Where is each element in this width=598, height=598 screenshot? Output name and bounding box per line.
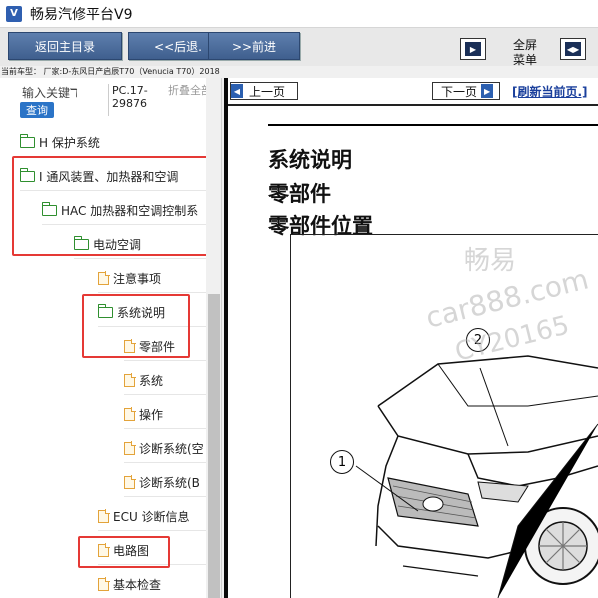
- tree-item-label: 操作: [139, 407, 164, 422]
- title-bar: V 畅易汽修平台V9: [0, 0, 598, 28]
- search-area: 输入关键ℸ 查询 PC.17-29876 折叠全部: [0, 78, 221, 122]
- back-to-main-button[interactable]: 返回主目录: [8, 32, 122, 60]
- tree-item-basic-inspection[interactable]: 基本检查: [98, 574, 161, 594]
- divider: [124, 360, 206, 361]
- divider: [124, 428, 206, 429]
- app-logo-icon: V: [6, 5, 22, 22]
- folder-icon: [19, 133, 35, 148]
- forward-button[interactable]: >>前进: [208, 32, 300, 60]
- toggle-left-panel-button[interactable]: ▶: [460, 38, 486, 60]
- arrow-left-icon: ◀: [231, 84, 243, 98]
- highlight-box: [78, 536, 170, 568]
- page-nav-bar: ◀ 上一页 下一页 ▶ [刷新当前页.]: [228, 78, 598, 104]
- tree-item-label: 系统: [139, 373, 164, 388]
- document-icon: [124, 441, 136, 455]
- next-page-button[interactable]: 下一页 ▶: [432, 82, 500, 100]
- divider: [74, 258, 206, 259]
- document-icon: [124, 407, 136, 421]
- tree-item-label: 注意事项: [113, 271, 162, 286]
- document-content: 系统说明 零部件 零部件位置 2 1 畅易 car888.com CY20165: [228, 106, 598, 598]
- divider: [124, 462, 206, 463]
- window-title: 畅易汽修平台V9: [30, 6, 133, 23]
- tree-item-label: H 保护系统: [39, 135, 100, 150]
- highlight-box: [82, 294, 190, 358]
- scrollbar-thumb[interactable]: [208, 294, 220, 598]
- document-code: PC.17-29876: [112, 84, 148, 110]
- document-icon: [124, 475, 136, 489]
- toolbar: 返回主目录 <<后退. >>前进 ▶ 全屏 菜单 ◀▶: [0, 28, 598, 68]
- search-divider: [108, 84, 109, 116]
- tree-item-label: 诊断系统(空: [139, 441, 204, 456]
- fullscreen-menu-label[interactable]: 全屏 菜单: [500, 38, 550, 68]
- refresh-page-link[interactable]: [刷新当前页.]: [512, 83, 588, 100]
- car-diagram: [355, 355, 598, 598]
- document-icon: [98, 271, 110, 285]
- left-panel-scrollbar[interactable]: [206, 78, 221, 598]
- app-window: V 畅易汽修平台V9 返回主目录 <<后退. >>前进 ▶ 全屏 菜单 ◀▶ 当…: [0, 0, 598, 598]
- highlight-box: [12, 156, 216, 256]
- document-icon: [98, 509, 110, 523]
- document-icon: [98, 577, 110, 591]
- tree-item-precautions[interactable]: 注意事项: [98, 268, 161, 288]
- prev-page-button[interactable]: ◀ 上一页: [230, 82, 298, 100]
- current-vehicle-info: 当前车型： 厂家:D-东风日产启辰T70（Venucia T70）2018: [1, 67, 220, 76]
- tree-item-label: ECU 诊断信息: [113, 509, 190, 524]
- tree-item-label: 基本检查: [113, 577, 162, 592]
- tree-item-ecu-diagnosis[interactable]: ECU 诊断信息: [98, 506, 190, 526]
- panel-toggle-icon: ▶: [465, 42, 481, 56]
- tree-item-system[interactable]: 系统: [124, 370, 163, 390]
- left-nav-panel: 输入关键ℸ 查询 PC.17-29876 折叠全部 H 保护系统 I 通风装置、…: [0, 78, 222, 598]
- divider: [124, 394, 206, 395]
- divider: [98, 292, 206, 293]
- divider: [124, 496, 206, 497]
- search-button[interactable]: 查询: [20, 102, 54, 118]
- document-icon: [124, 373, 136, 387]
- tree-item-protection-system[interactable]: H 保护系统: [19, 132, 100, 152]
- tree-item-diagnosis-b[interactable]: 诊断系统(B: [124, 472, 208, 492]
- keyword-input[interactable]: 输入关键ℸ: [22, 84, 78, 101]
- fullscreen-icon: ◀▶: [565, 42, 581, 56]
- tree-item-label: 诊断系统(B: [139, 475, 200, 490]
- fullscreen-label-line1: 全屏: [512, 38, 537, 52]
- watermark-brand: 畅易: [464, 246, 517, 276]
- next-page-label: 下一页: [441, 84, 478, 99]
- callout-1: 1: [330, 450, 354, 474]
- prev-page-label: 上一页: [249, 84, 286, 99]
- arrow-right-icon: ▶: [481, 84, 494, 98]
- document-panel: ◀ 上一页 下一页 ▶ [刷新当前页.] 系统说明 零部件 零部件位置 2 1 …: [224, 78, 598, 598]
- fullscreen-button[interactable]: ◀▶: [560, 38, 586, 60]
- tree-item-diagnosis-ac[interactable]: 诊断系统(空: [124, 438, 208, 458]
- divider: [98, 530, 206, 531]
- tree-item-operation[interactable]: 操作: [124, 404, 163, 424]
